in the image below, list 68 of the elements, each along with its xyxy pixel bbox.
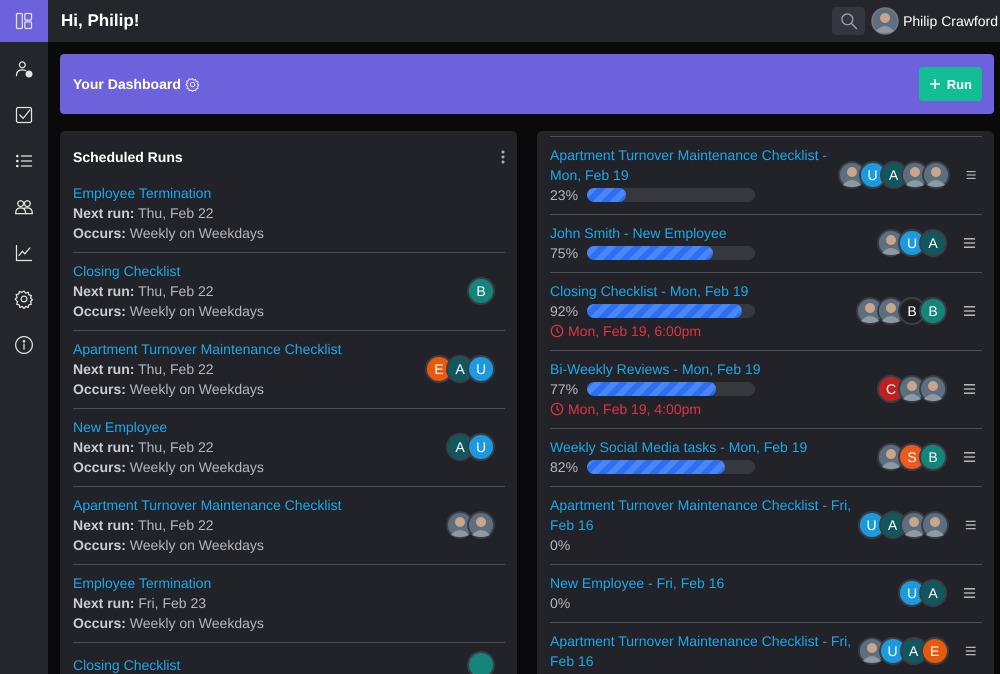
run-link[interactable]: Apartment Turnover Maintenance Checklist	[73, 339, 342, 359]
run-link[interactable]: Closing Checklist	[73, 261, 180, 281]
progress-percent: 0%	[550, 594, 572, 613]
search-button[interactable]	[832, 7, 866, 35]
run-link[interactable]: Closing Checklist - Mon, Feb 19	[550, 281, 856, 301]
card-title: Scheduled Runs	[73, 149, 183, 165]
occurrence: Occurs: Weekly on Weekdays	[73, 224, 264, 243]
avatar: A	[919, 229, 947, 257]
person-avatar	[871, 7, 900, 35]
due-time: Mon, Feb 19, 6:00pm	[568, 322, 702, 341]
next-run: Next run: Thu, Feb 22	[73, 360, 214, 379]
run-link[interactable]: Apartment Turnover Maintenance Checklist - Mon, Feb 19	[550, 145, 838, 185]
progress-percent: 75%	[550, 244, 579, 263]
run-link[interactable]: New Employee	[73, 417, 168, 437]
person-avatar	[920, 511, 949, 539]
clock-icon	[550, 402, 564, 416]
menu-icon[interactable]	[966, 169, 976, 181]
more-icon[interactable]	[501, 150, 505, 164]
person-avatar	[919, 375, 947, 403]
run-link[interactable]: New Employee - Fri, Feb 16	[550, 573, 860, 593]
progress-percent: 82%	[550, 458, 579, 477]
menu-icon[interactable]	[963, 305, 976, 317]
dashboard-icon[interactable]	[0, 0, 48, 42]
progress-percent: 23%	[550, 186, 579, 205]
run-link[interactable]: John Smith - New Employee	[550, 223, 860, 243]
progress-percent: 92%	[550, 302, 579, 321]
run-link[interactable]: Employee Termination	[73, 573, 212, 593]
banner-title: Your Dashboard	[73, 76, 181, 92]
next-run: Next run: Fri, Feb 23	[73, 594, 206, 613]
run-link[interactable]: Apartment Turnover Maintenance Checklist - Fri, Feb 16	[550, 631, 858, 671]
next-run: Next run: Thu, Feb 22	[73, 282, 214, 301]
person-avatar	[922, 161, 950, 189]
clock-icon	[550, 324, 564, 338]
avatar: U	[467, 355, 495, 383]
due-time: Mon, Feb 19, 4:00pm	[568, 400, 702, 419]
run-link[interactable]: Apartment Turnover Maintenance Checklist - Fri, Feb 16	[550, 495, 858, 535]
run-link[interactable]: Bi-Weekly Reviews - Mon, Feb 19	[550, 359, 860, 379]
occurrence: Occurs: Weekly on Weekdays	[73, 536, 264, 555]
avatar: B	[467, 277, 495, 305]
avatar: U	[467, 433, 495, 461]
avatar: E	[920, 637, 949, 665]
menu-icon[interactable]	[963, 451, 976, 463]
avatar: A	[919, 579, 947, 607]
menu-icon[interactable]	[963, 237, 976, 249]
avatar: B	[919, 297, 947, 325]
run-link[interactable]: Apartment Turnover Maintenance Checklist	[73, 495, 342, 515]
plus-icon	[928, 78, 941, 90]
next-run: Next run: Thu, Feb 22	[73, 516, 214, 535]
person-avatar	[467, 511, 495, 539]
occurrence: Occurs: Weekly on Weekdays	[73, 458, 264, 477]
greeting: Hi, Philip!	[61, 11, 140, 31]
user-menu[interactable]: Philip Crawford	[871, 7, 1000, 35]
menu-icon[interactable]	[964, 519, 976, 531]
menu-icon[interactable]	[963, 383, 976, 395]
progress-percent: 77%	[550, 380, 579, 399]
next-run: Next run: Thu, Feb 22	[73, 438, 214, 457]
run-link[interactable]: Closing Checklist	[73, 655, 180, 674]
menu-icon[interactable]	[964, 645, 976, 657]
progress-percent: 0%	[550, 536, 572, 555]
occurrence: Occurs: Weekly on Weekdays	[73, 614, 264, 633]
run-link[interactable]: Employee Termination	[73, 183, 212, 203]
occurrence: Occurs: Weekly on Weekdays	[73, 380, 264, 399]
search-icon	[838, 11, 859, 31]
occurrence: Occurs: Weekly on Weekdays	[73, 302, 264, 321]
avatar: B	[919, 443, 947, 471]
next-run: Next run: Thu, Feb 22	[73, 204, 214, 223]
menu-icon[interactable]	[963, 587, 976, 599]
run-link[interactable]: Weekly Social Media tasks - Mon, Feb 19	[550, 437, 860, 457]
